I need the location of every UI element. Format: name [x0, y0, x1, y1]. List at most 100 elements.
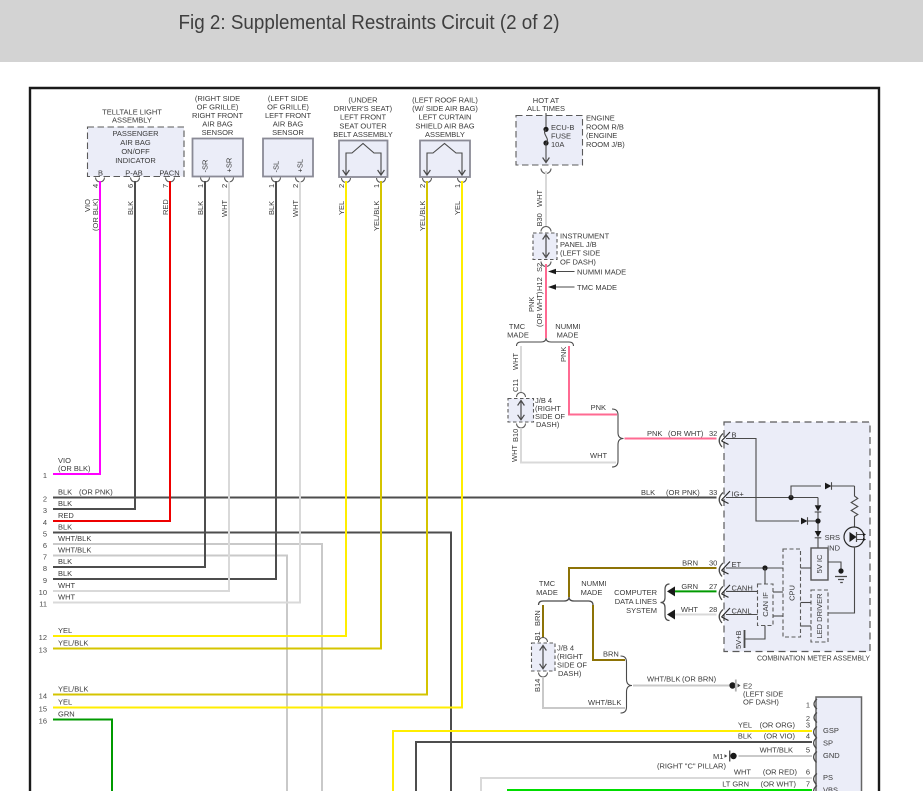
svg-text:IND: IND	[827, 544, 841, 553]
svg-text:ROOM R/B: ROOM R/B	[586, 122, 624, 131]
svg-text:BLK: BLK	[58, 488, 72, 497]
svg-text:C11: C11	[511, 379, 520, 392]
svg-text:VBS: VBS	[823, 786, 838, 795]
svg-text:LED DRIVER: LED DRIVER	[815, 593, 824, 639]
svg-text:H12: H12	[535, 277, 544, 291]
svg-text:ENGINE: ENGINE	[586, 114, 615, 123]
svg-text:MADE: MADE	[581, 588, 603, 597]
svg-text:(OR BLK): (OR BLK)	[58, 464, 91, 473]
svg-text:WHT/BLK: WHT/BLK	[58, 546, 91, 555]
svg-text:BLK: BLK	[267, 201, 276, 215]
svg-text:28: 28	[709, 605, 717, 614]
svg-text:(RIGHT "C" PILLAR): (RIGHT "C" PILLAR)	[657, 762, 726, 771]
svg-text:WHT/BLK: WHT/BLK	[760, 746, 793, 755]
svg-text:BRN: BRN	[682, 559, 698, 568]
svg-text:27: 27	[709, 582, 717, 591]
svg-text:YEL: YEL	[58, 626, 72, 635]
svg-text:(OR WHT): (OR WHT)	[668, 429, 704, 438]
svg-text:+SL: +SL	[296, 159, 305, 173]
svg-text:3: 3	[43, 506, 47, 515]
svg-text:WHT: WHT	[291, 200, 300, 217]
svg-text:6: 6	[806, 768, 810, 777]
svg-text:1: 1	[372, 184, 381, 188]
svg-text:WHT: WHT	[58, 593, 75, 602]
svg-text:5V+B: 5V+B	[734, 630, 743, 649]
svg-text:(UNDER: (UNDER	[348, 95, 378, 104]
svg-text:6: 6	[43, 541, 47, 550]
svg-text:(OR ORG): (OR ORG)	[760, 721, 796, 730]
svg-text:YEL: YEL	[58, 698, 72, 707]
svg-text:BLK: BLK	[126, 201, 135, 215]
svg-text:B: B	[98, 168, 103, 177]
svg-text:GRN: GRN	[681, 582, 698, 591]
svg-text:NUMMI MADE: NUMMI MADE	[577, 268, 626, 277]
svg-text:AIR BAG: AIR BAG	[120, 138, 151, 147]
svg-text:S2: S2	[535, 263, 544, 272]
svg-text:YEL: YEL	[337, 201, 346, 215]
svg-text:DASH): DASH)	[558, 669, 582, 678]
svg-text:P-AB: P-AB	[125, 168, 143, 177]
svg-text:4: 4	[43, 518, 47, 527]
svg-text:(ENGINE: (ENGINE	[586, 131, 617, 140]
svg-text:5: 5	[43, 530, 47, 539]
svg-text:BLK: BLK	[58, 557, 72, 566]
svg-text:WHT: WHT	[734, 768, 751, 777]
svg-text:SYSTEM: SYSTEM	[626, 606, 657, 615]
svg-text:30: 30	[709, 559, 717, 568]
svg-text:YEL/BLK: YEL/BLK	[58, 685, 88, 694]
svg-text:SHIELD AIR BAG: SHIELD AIR BAG	[415, 121, 474, 130]
svg-text:3: 3	[806, 721, 810, 730]
svg-text:(OR PNK): (OR PNK)	[666, 488, 700, 497]
svg-text:B10: B10	[511, 429, 520, 442]
svg-text:-SR: -SR	[201, 159, 210, 173]
svg-text:RED: RED	[161, 199, 170, 215]
svg-text:TMC MADE: TMC MADE	[577, 283, 617, 292]
svg-text:(OR RED): (OR RED)	[763, 768, 798, 777]
svg-text:CPU: CPU	[788, 585, 797, 601]
svg-text:4: 4	[806, 732, 810, 741]
svg-text:PACN: PACN	[159, 168, 179, 177]
svg-text:(OR BRN): (OR BRN)	[682, 675, 717, 684]
svg-text:12: 12	[39, 633, 47, 642]
svg-text:2: 2	[418, 184, 427, 188]
svg-text:9: 9	[43, 576, 47, 585]
svg-text:GND: GND	[823, 751, 840, 760]
svg-text:SENSOR: SENSOR	[202, 128, 234, 137]
svg-text:ALL TIMES: ALL TIMES	[527, 104, 565, 113]
svg-text:BLK: BLK	[738, 732, 752, 741]
svg-text:1: 1	[453, 184, 462, 188]
svg-text:OF DASH): OF DASH)	[743, 698, 779, 707]
svg-text:WHT/BLK: WHT/BLK	[588, 698, 621, 707]
svg-text:1: 1	[267, 184, 276, 188]
svg-text:WHT: WHT	[511, 353, 520, 370]
svg-text:GRN: GRN	[58, 710, 75, 719]
svg-text:8: 8	[43, 564, 47, 573]
svg-text:Fig 2: Supplemental Restraints: Fig 2: Supplemental Restraints Circuit (…	[179, 11, 560, 34]
svg-text:ASSEMBLY: ASSEMBLY	[112, 115, 152, 124]
svg-text:7: 7	[806, 780, 810, 789]
svg-text:32: 32	[709, 429, 717, 438]
svg-text:13: 13	[39, 646, 47, 655]
svg-text:LT GRN: LT GRN	[722, 780, 749, 789]
svg-text:1: 1	[806, 701, 810, 710]
svg-text:BLK: BLK	[58, 569, 72, 578]
svg-text:YEL: YEL	[738, 721, 752, 730]
svg-text:DASH): DASH)	[536, 420, 560, 429]
svg-text:CAN IF: CAN IF	[761, 592, 770, 617]
svg-text:MADE: MADE	[557, 331, 579, 340]
svg-text:OF DASH): OF DASH)	[560, 257, 596, 266]
svg-text:LEFT CURTAIN: LEFT CURTAIN	[419, 113, 472, 122]
svg-text:4: 4	[91, 184, 100, 188]
svg-text:WHT/BLK: WHT/BLK	[647, 675, 680, 684]
svg-text:YEL/BLK: YEL/BLK	[418, 201, 427, 231]
svg-text:WHT: WHT	[58, 581, 75, 590]
svg-text:PASSENGER: PASSENGER	[112, 129, 159, 138]
svg-text:+SR: +SR	[225, 157, 234, 172]
svg-text:LEFT FRONT: LEFT FRONT	[340, 113, 387, 122]
svg-text:WHT: WHT	[590, 451, 607, 460]
svg-text:INDICATOR: INDICATOR	[115, 156, 156, 165]
svg-text:2: 2	[291, 184, 300, 188]
svg-text:M1: M1	[713, 752, 723, 761]
svg-text:WHT: WHT	[535, 190, 544, 207]
svg-text:DRIVER'S SEAT): DRIVER'S SEAT)	[334, 104, 393, 113]
